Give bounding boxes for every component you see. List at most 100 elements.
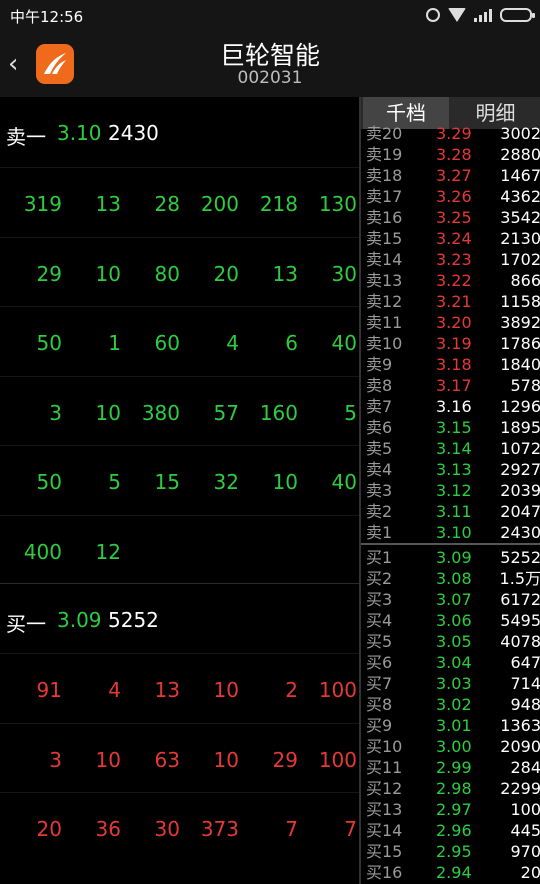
- sell-queue-order-volume: 10: [272, 470, 298, 494]
- buy-level-volume: 5495: [500, 611, 540, 630]
- buy-level-level-label: 买16: [366, 863, 403, 882]
- sell-level-row: 卖11 3.20 3892: [361, 312, 540, 333]
- sell-queue-order-volume: 40: [331, 470, 357, 494]
- signal-icon: [474, 8, 492, 22]
- sell-queue-row: 50 1 60 4 6 40: [0, 306, 359, 376]
- buy-level-level-label: 买12: [366, 779, 403, 798]
- sell-level-price: 3.10: [436, 523, 472, 542]
- buy-level-row: 买7 3.03 714: [361, 673, 540, 694]
- sell-queue-order-volume: 13: [272, 261, 298, 286]
- buy-level-level-label: 买10: [366, 737, 403, 756]
- sell-queue-order-volume: 6: [285, 331, 298, 355]
- buy-level-level-label: 买4: [366, 611, 393, 630]
- sell-level-level-label: 卖6: [366, 418, 393, 437]
- sell-level-level-label: 卖8: [366, 376, 393, 395]
- sell-queue-order-volume: 20: [213, 261, 239, 286]
- sell-level-price: 3.11: [436, 502, 472, 521]
- buy-level-volume: 970: [510, 842, 540, 861]
- sell-queue-row: 3 10 380 57 160 5: [0, 375, 359, 446]
- buy-level-volume: 4078: [500, 632, 540, 651]
- sell-level-level-label: 卖17: [366, 187, 403, 206]
- sell-level-price: 3.28: [436, 145, 472, 164]
- sell-queue-order-volume: 30: [331, 261, 357, 286]
- sell-level-row: 卖5 3.14 1072: [361, 438, 540, 459]
- sell-level-price: 3.17: [436, 376, 472, 395]
- sell-level-volume: 2130: [500, 229, 540, 248]
- sell-queue-order-volume: 15: [154, 470, 180, 494]
- sell-queue-order-volume: 50: [36, 331, 62, 355]
- buy-level-row: 买11 2.99 284: [361, 757, 540, 778]
- sell-level-volume: 3002: [500, 124, 540, 143]
- buy-level-price: 3.06: [436, 611, 472, 630]
- buy-level-price: 2.94: [436, 863, 472, 882]
- buy-level-price: 3.07: [436, 590, 472, 609]
- buy-level-price: 2.99: [436, 758, 472, 777]
- sell-level-row: 卖14 3.23 1702: [361, 249, 540, 270]
- buy-level-volume: 100: [510, 800, 540, 819]
- sell-level-row: 卖9 3.18 1840: [361, 354, 540, 375]
- sell-level-level-label: 卖2: [366, 502, 393, 521]
- sell-level-price: 3.18: [436, 355, 472, 374]
- sell-level-row: 卖13 3.22 866: [361, 270, 540, 291]
- sell-level-row: 卖3 3.12 2039: [361, 480, 540, 501]
- sell-level-level-label: 卖5: [366, 439, 393, 458]
- wifi-icon: [448, 8, 466, 22]
- sell-queue-order-volume: 40: [331, 331, 357, 355]
- buy-level-level-label: 买6: [366, 653, 393, 672]
- sell-level-level-label: 卖16: [366, 208, 403, 227]
- buy-level-row: 买6 3.04 647: [361, 652, 540, 673]
- sell-queue-order-volume: 12: [95, 539, 121, 564]
- sell-level-row: 卖20 3.29 3002: [361, 123, 540, 144]
- page-title: 巨轮智能: [219, 41, 320, 70]
- buy-level-row: 买16 2.94 20: [361, 862, 540, 883]
- sell-level-row: 卖6 3.15 1895: [361, 417, 540, 438]
- sell-level-level-label: 卖10: [366, 334, 403, 353]
- sell-queue-order-volume: 4: [226, 331, 239, 355]
- buy-queue-order-volume: 2: [285, 678, 298, 702]
- buy-one-label: 买一: [6, 612, 46, 636]
- sell-level-price: 3.21: [436, 292, 472, 311]
- buy-level-price: 2.98: [436, 779, 472, 798]
- sell-level-volume: 2047: [500, 502, 540, 521]
- sell-queue-order-volume: 160: [259, 400, 298, 425]
- sell-level-row: 卖15 3.24 2130: [361, 228, 540, 249]
- sell-level-row: 卖7 3.16 1296: [361, 396, 540, 417]
- sell-queue-order-volume: 200: [200, 192, 239, 216]
- buy-queue-order-volume: 91: [36, 678, 62, 702]
- sell-queue-order-volume: 50: [36, 470, 62, 494]
- sell-level-price: 3.13: [436, 460, 472, 479]
- sell-level-row: 卖17 3.26 4362: [361, 186, 540, 207]
- sell-queue-order-volume: 218: [259, 192, 298, 216]
- buy-queue-order-volume: 100: [318, 747, 357, 772]
- sell-level-row: 卖2 3.11 2047: [361, 501, 540, 522]
- sell-queue-order-volume: 57: [213, 400, 239, 425]
- buy-queue-row: 20 36 30 373 7 7: [0, 792, 359, 862]
- buy-queue-order-volume: 3: [49, 747, 62, 772]
- buy-level-row: 买3 3.07 6172: [361, 589, 540, 610]
- book-divider: [361, 543, 540, 545]
- sell-level-price: 3.12: [436, 481, 472, 500]
- sell-queue-order-volume: 400: [23, 539, 62, 564]
- status-bar: 中午12:56: [0, 0, 540, 30]
- buy-queue-order-volume: 63: [154, 747, 180, 772]
- buy-level-price: 3.05: [436, 632, 472, 651]
- buy-level-volume: 20: [520, 863, 540, 882]
- buy-queue-order-volume: 10: [95, 747, 121, 772]
- buy-level-price: 2.95: [436, 842, 472, 861]
- sell-level-volume: 578: [510, 376, 540, 395]
- sell-level-price: 3.23: [436, 250, 472, 269]
- sell-queue-order-volume: 1: [108, 331, 121, 355]
- sell-one-volume: 2430: [108, 121, 159, 145]
- buy-queue-order-volume: 373: [200, 817, 239, 841]
- sell-queue-order-volume: 13: [95, 192, 121, 216]
- buy-level-price: 2.96: [436, 821, 472, 840]
- buy-level-volume: 1.5万: [499, 569, 540, 588]
- buy-level-price: 3.04: [436, 653, 472, 672]
- sell-level-volume: 2927: [500, 460, 540, 479]
- status-icons: [426, 6, 535, 24]
- buy-level-row: 买14 2.96 445: [361, 820, 540, 841]
- sell-level-row: 卖8 3.17 578: [361, 375, 540, 396]
- sell-level-row: 卖10 3.19 1786: [361, 333, 540, 354]
- sell-queue-order-volume: 319: [23, 192, 62, 216]
- sell-queue-order-volume: 60: [154, 331, 180, 355]
